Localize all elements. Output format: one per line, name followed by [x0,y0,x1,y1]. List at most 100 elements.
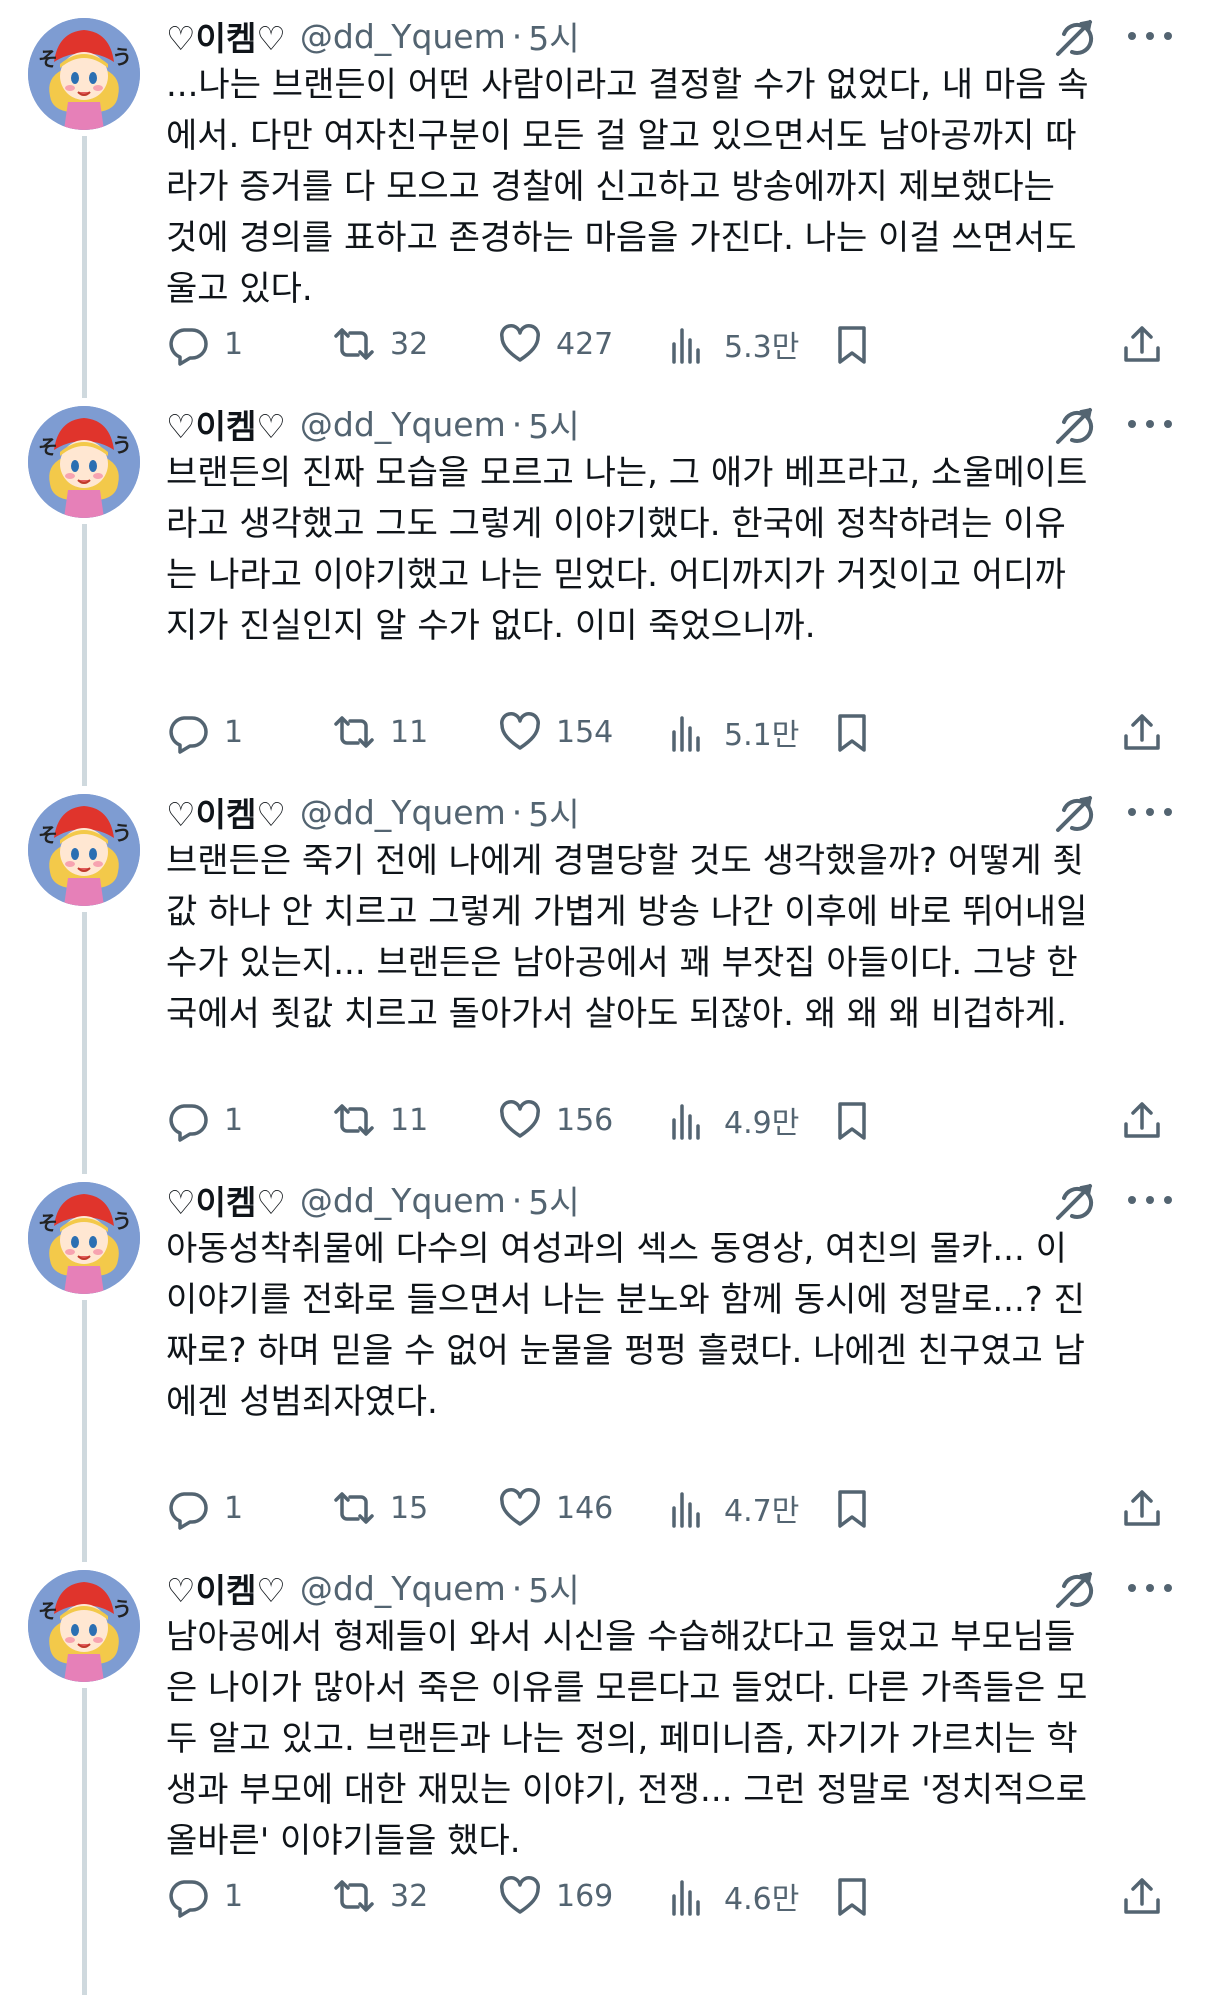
bookmark-button[interactable] [830,1094,874,1146]
reply-icon [169,1880,208,1918]
retweet-button[interactable]: 32 [332,318,428,370]
display-name[interactable]: ♡이켐♡ [166,12,286,60]
timestamp[interactable]: 5시 [528,1176,579,1224]
separator-dot: · [511,16,523,56]
views-button[interactable]: 4.6만 [666,1870,799,1922]
views-count: 4.6만 [724,1882,800,1917]
grok-icon[interactable] [1050,790,1098,838]
views-icon [672,1880,700,1916]
retweet-button[interactable]: 32 [332,1870,428,1922]
reply-icon [169,328,208,366]
bookmark-icon [838,1102,866,1140]
avatar[interactable]: そ う [28,406,140,518]
more-icon[interactable] [1124,1576,1176,1600]
like-button[interactable]: 169 [498,1870,613,1922]
share-button[interactable] [1120,706,1164,758]
retweet-button[interactable]: 11 [332,706,428,758]
display-name[interactable]: ♡이켐♡ [166,1564,286,1612]
bookmark-icon [838,1490,866,1528]
retweet-button[interactable]: 15 [332,1482,428,1534]
more-icon[interactable] [1124,412,1176,436]
grok-icon[interactable] [1050,1566,1098,1614]
more-icon[interactable] [1124,800,1176,824]
share-button[interactable] [1120,1094,1164,1146]
avatar-image: そ う [28,1182,140,1294]
timestamp[interactable]: 5시 [528,12,579,60]
reply-button[interactable]: 1 [166,318,243,370]
reply-count: 1 [224,1490,244,1526]
retweet-button[interactable]: 11 [332,1094,428,1146]
reply-button[interactable]: 1 [166,1870,243,1922]
like-button[interactable]: 427 [498,318,613,370]
like-count: 169 [556,1878,614,1914]
tweet-header: ♡이켐♡ @dd_Yquem · 5시 [166,10,580,62]
views-icon [672,1492,700,1528]
timestamp[interactable]: 5시 [528,400,579,448]
tweet-text: 남아공에서 형제들이 와서 시신을 수습해갔다고 들었고 부모님들 은 나이가 … [166,1617,1088,1861]
share-button[interactable] [1120,1870,1164,1922]
avatar-image: そ う [28,1570,140,1682]
tweet[interactable]: そ う ♡이켐♡ @dd_Yquem · 5시 브랜든의 진짜 모습을 모르고 [0,388,1206,776]
like-count: 146 [556,1490,614,1526]
views-icon [672,328,700,364]
user-handle[interactable]: @dd_Yquem [300,793,506,832]
more-icon[interactable] [1124,24,1176,48]
bookmark-button[interactable] [830,1870,874,1922]
views-button[interactable]: 5.1만 [666,706,799,758]
views-count: 5.1만 [724,718,800,753]
share-button[interactable] [1120,318,1164,370]
user-handle[interactable]: @dd_Yquem [300,17,506,56]
views-button[interactable]: 4.9만 [666,1094,799,1146]
more-icon[interactable] [1124,1188,1176,1212]
retweet-count: 32 [390,326,429,362]
reply-button[interactable]: 1 [166,1094,243,1146]
views-button[interactable]: 5.3만 [666,318,799,370]
tweet[interactable]: そ う ♡이켐♡ @dd_Yquem · 5시 ...나는 브랜든이 어떤 사람 [0,0,1206,388]
tweet[interactable]: そ う ♡이켐♡ @dd_Yquem · 5시 남아공에서 형제들이 와서 시신 [0,1552,1206,1940]
avatar[interactable]: そ う [28,18,140,130]
tweet-actions: 1 11 156 4.9만 [166,1094,1176,1146]
share-icon [1124,714,1160,750]
bookmark-icon [838,1878,866,1916]
avatar[interactable]: そ う [28,794,140,906]
avatar[interactable]: そ う [28,1182,140,1294]
heart-icon [500,324,540,362]
reply-button[interactable]: 1 [166,706,243,758]
user-handle[interactable]: @dd_Yquem [300,1181,506,1220]
user-handle[interactable]: @dd_Yquem [300,1569,506,1608]
heart-icon [500,1100,540,1138]
like-button[interactable]: 146 [498,1482,613,1534]
display-name[interactable]: ♡이켐♡ [166,400,286,448]
user-handle[interactable]: @dd_Yquem [300,405,506,444]
bookmark-button[interactable] [830,318,874,370]
reply-count: 1 [224,1102,244,1138]
views-button[interactable]: 4.7만 [666,1482,799,1534]
display-name[interactable]: ♡이켐♡ [166,1176,286,1224]
separator-dot: · [511,792,523,832]
like-button[interactable]: 156 [498,1094,613,1146]
svg-text:そ: そ [38,47,58,71]
bookmark-button[interactable] [830,1482,874,1534]
display-name[interactable]: ♡이켐♡ [166,788,286,836]
grok-icon[interactable] [1050,1178,1098,1226]
like-count: 427 [556,326,614,362]
timestamp[interactable]: 5시 [528,1564,579,1612]
grok-icon[interactable] [1050,402,1098,450]
avatar-image: そ う [28,406,140,518]
tweet[interactable]: そ う ♡이켐♡ @dd_Yquem · 5시 아동성착취물에 다수의 여성과의 [0,1164,1206,1552]
views-icon [672,716,700,752]
reply-icon [169,1492,208,1530]
share-button[interactable] [1120,1482,1164,1534]
grok-icon[interactable] [1050,14,1098,62]
tweet[interactable]: そ う ♡이켐♡ @dd_Yquem · 5시 브랜든은 죽기 전에 나에게 경 [0,776,1206,1164]
bookmark-button[interactable] [830,706,874,758]
reply-button[interactable]: 1 [166,1482,243,1534]
retweet-count: 11 [390,1102,429,1138]
avatar[interactable]: そ う [28,1570,140,1682]
reply-count: 1 [224,326,244,362]
views-icon [672,1104,700,1140]
tweet-actions: 1 15 146 4.7만 [166,1482,1176,1534]
like-button[interactable]: 154 [498,706,613,758]
retweet-count: 11 [390,714,429,750]
timestamp[interactable]: 5시 [528,788,579,836]
